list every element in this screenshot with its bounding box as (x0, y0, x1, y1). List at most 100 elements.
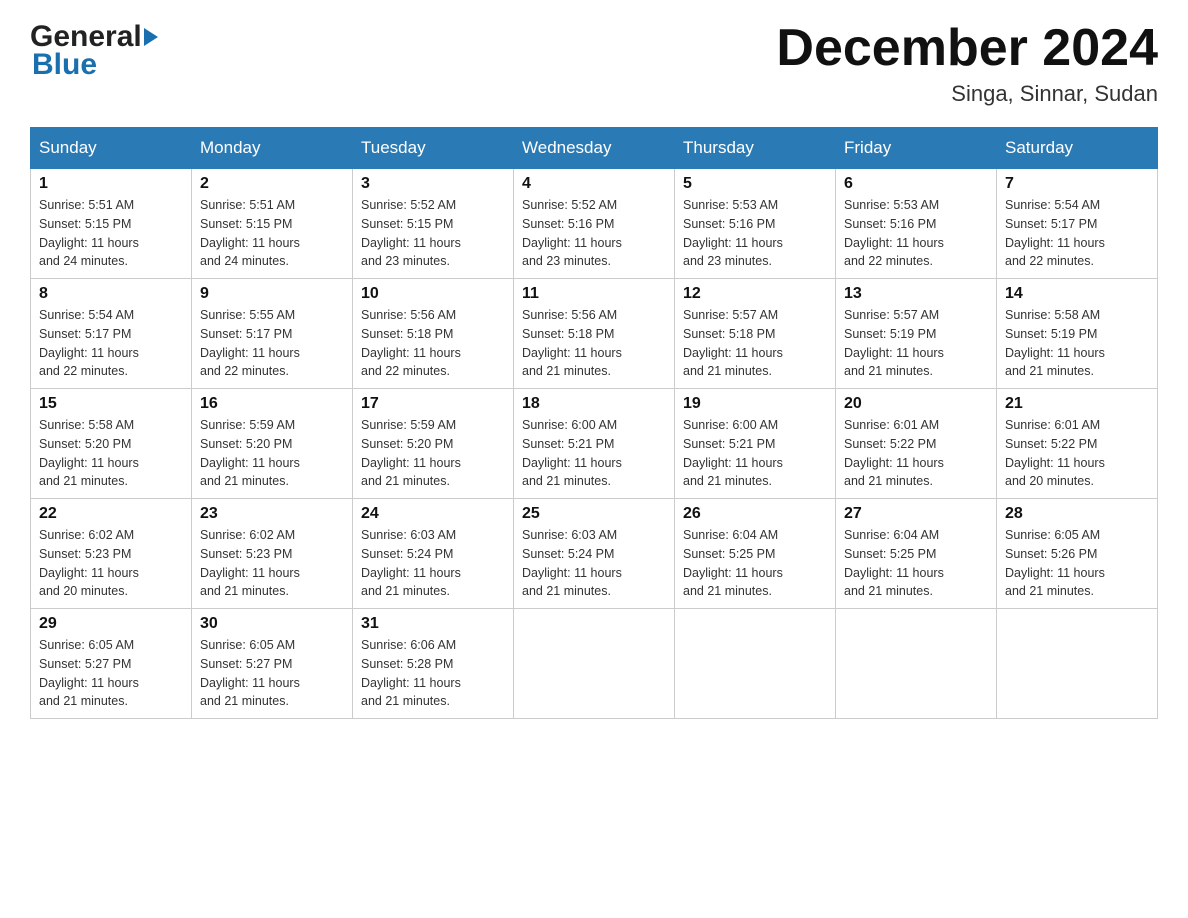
day-number: 17 (361, 395, 505, 413)
day-info: Sunrise: 5:58 AMSunset: 5:20 PMDaylight:… (39, 418, 139, 488)
table-row: 8 Sunrise: 5:54 AMSunset: 5:17 PMDayligh… (31, 279, 192, 389)
table-row: 26 Sunrise: 6:04 AMSunset: 5:25 PMDaylig… (675, 499, 836, 609)
table-row: 16 Sunrise: 5:59 AMSunset: 5:20 PMDaylig… (192, 389, 353, 499)
col-thursday: Thursday (675, 128, 836, 169)
table-row: 13 Sunrise: 5:57 AMSunset: 5:19 PMDaylig… (836, 279, 997, 389)
day-info: Sunrise: 5:56 AMSunset: 5:18 PMDaylight:… (522, 308, 622, 378)
day-info: Sunrise: 5:57 AMSunset: 5:18 PMDaylight:… (683, 308, 783, 378)
table-row: 2 Sunrise: 5:51 AMSunset: 5:15 PMDayligh… (192, 169, 353, 279)
day-info: Sunrise: 5:53 AMSunset: 5:16 PMDaylight:… (844, 198, 944, 268)
day-number: 15 (39, 395, 183, 413)
day-number: 23 (200, 505, 344, 523)
day-info: Sunrise: 5:51 AMSunset: 5:15 PMDaylight:… (200, 198, 300, 268)
day-info: Sunrise: 5:52 AMSunset: 5:16 PMDaylight:… (522, 198, 622, 268)
day-number: 31 (361, 615, 505, 633)
calendar-week-row: 1 Sunrise: 5:51 AMSunset: 5:15 PMDayligh… (31, 169, 1158, 279)
day-info: Sunrise: 5:52 AMSunset: 5:15 PMDaylight:… (361, 198, 461, 268)
table-row: 17 Sunrise: 5:59 AMSunset: 5:20 PMDaylig… (353, 389, 514, 499)
table-row: 28 Sunrise: 6:05 AMSunset: 5:26 PMDaylig… (997, 499, 1158, 609)
logo-blue-text: Blue (30, 48, 159, 82)
table-row: 9 Sunrise: 5:55 AMSunset: 5:17 PMDayligh… (192, 279, 353, 389)
day-number: 2 (200, 175, 344, 193)
calendar-table: Sunday Monday Tuesday Wednesday Thursday… (30, 127, 1158, 719)
day-number: 3 (361, 175, 505, 193)
day-number: 10 (361, 285, 505, 303)
table-row (514, 609, 675, 719)
col-friday: Friday (836, 128, 997, 169)
day-info: Sunrise: 6:03 AMSunset: 5:24 PMDaylight:… (361, 528, 461, 598)
col-sunday: Sunday (31, 128, 192, 169)
table-row: 24 Sunrise: 6:03 AMSunset: 5:24 PMDaylig… (353, 499, 514, 609)
day-number: 19 (683, 395, 827, 413)
col-wednesday: Wednesday (514, 128, 675, 169)
day-info: Sunrise: 5:57 AMSunset: 5:19 PMDaylight:… (844, 308, 944, 378)
day-info: Sunrise: 5:59 AMSunset: 5:20 PMDaylight:… (200, 418, 300, 488)
day-number: 13 (844, 285, 988, 303)
table-row: 23 Sunrise: 6:02 AMSunset: 5:23 PMDaylig… (192, 499, 353, 609)
logo-chevron-icon (144, 28, 158, 46)
day-number: 6 (844, 175, 988, 193)
day-info: Sunrise: 6:05 AMSunset: 5:26 PMDaylight:… (1005, 528, 1105, 598)
logo: General Blue (30, 20, 159, 82)
calendar-header-row: Sunday Monday Tuesday Wednesday Thursday… (31, 128, 1158, 169)
day-number: 28 (1005, 505, 1149, 523)
col-tuesday: Tuesday (353, 128, 514, 169)
day-info: Sunrise: 5:51 AMSunset: 5:15 PMDaylight:… (39, 198, 139, 268)
calendar-week-row: 29 Sunrise: 6:05 AMSunset: 5:27 PMDaylig… (31, 609, 1158, 719)
table-row: 6 Sunrise: 5:53 AMSunset: 5:16 PMDayligh… (836, 169, 997, 279)
day-number: 12 (683, 285, 827, 303)
day-info: Sunrise: 6:05 AMSunset: 5:27 PMDaylight:… (39, 638, 139, 708)
day-number: 14 (1005, 285, 1149, 303)
day-number: 1 (39, 175, 183, 193)
day-number: 22 (39, 505, 183, 523)
day-number: 21 (1005, 395, 1149, 413)
day-info: Sunrise: 6:00 AMSunset: 5:21 PMDaylight:… (683, 418, 783, 488)
table-row (997, 609, 1158, 719)
day-number: 11 (522, 285, 666, 303)
day-info: Sunrise: 6:01 AMSunset: 5:22 PMDaylight:… (1005, 418, 1105, 488)
day-info: Sunrise: 5:56 AMSunset: 5:18 PMDaylight:… (361, 308, 461, 378)
table-row: 14 Sunrise: 5:58 AMSunset: 5:19 PMDaylig… (997, 279, 1158, 389)
day-info: Sunrise: 5:53 AMSunset: 5:16 PMDaylight:… (683, 198, 783, 268)
day-info: Sunrise: 5:54 AMSunset: 5:17 PMDaylight:… (1005, 198, 1105, 268)
day-info: Sunrise: 5:59 AMSunset: 5:20 PMDaylight:… (361, 418, 461, 488)
day-info: Sunrise: 6:05 AMSunset: 5:27 PMDaylight:… (200, 638, 300, 708)
calendar-title: December 2024 (776, 20, 1158, 77)
table-row (675, 609, 836, 719)
day-info: Sunrise: 6:04 AMSunset: 5:25 PMDaylight:… (683, 528, 783, 598)
day-info: Sunrise: 5:58 AMSunset: 5:19 PMDaylight:… (1005, 308, 1105, 378)
day-info: Sunrise: 6:06 AMSunset: 5:28 PMDaylight:… (361, 638, 461, 708)
col-saturday: Saturday (997, 128, 1158, 169)
day-number: 20 (844, 395, 988, 413)
day-number: 29 (39, 615, 183, 633)
calendar-week-row: 15 Sunrise: 5:58 AMSunset: 5:20 PMDaylig… (31, 389, 1158, 499)
day-number: 18 (522, 395, 666, 413)
table-row: 3 Sunrise: 5:52 AMSunset: 5:15 PMDayligh… (353, 169, 514, 279)
table-row: 5 Sunrise: 5:53 AMSunset: 5:16 PMDayligh… (675, 169, 836, 279)
day-info: Sunrise: 5:54 AMSunset: 5:17 PMDaylight:… (39, 308, 139, 378)
table-row: 1 Sunrise: 5:51 AMSunset: 5:15 PMDayligh… (31, 169, 192, 279)
table-row (836, 609, 997, 719)
day-number: 30 (200, 615, 344, 633)
day-number: 9 (200, 285, 344, 303)
table-row: 10 Sunrise: 5:56 AMSunset: 5:18 PMDaylig… (353, 279, 514, 389)
calendar-week-row: 22 Sunrise: 6:02 AMSunset: 5:23 PMDaylig… (31, 499, 1158, 609)
day-number: 26 (683, 505, 827, 523)
table-row: 29 Sunrise: 6:05 AMSunset: 5:27 PMDaylig… (31, 609, 192, 719)
page-header: General Blue December 2024 Singa, Sinnar… (30, 20, 1158, 107)
day-info: Sunrise: 6:02 AMSunset: 5:23 PMDaylight:… (39, 528, 139, 598)
day-info: Sunrise: 6:03 AMSunset: 5:24 PMDaylight:… (522, 528, 622, 598)
table-row: 25 Sunrise: 6:03 AMSunset: 5:24 PMDaylig… (514, 499, 675, 609)
day-number: 5 (683, 175, 827, 193)
table-row: 18 Sunrise: 6:00 AMSunset: 5:21 PMDaylig… (514, 389, 675, 499)
table-row: 7 Sunrise: 5:54 AMSunset: 5:17 PMDayligh… (997, 169, 1158, 279)
col-monday: Monday (192, 128, 353, 169)
calendar-week-row: 8 Sunrise: 5:54 AMSunset: 5:17 PMDayligh… (31, 279, 1158, 389)
day-info: Sunrise: 6:04 AMSunset: 5:25 PMDaylight:… (844, 528, 944, 598)
calendar-title-area: December 2024 Singa, Sinnar, Sudan (776, 20, 1158, 107)
day-info: Sunrise: 6:02 AMSunset: 5:23 PMDaylight:… (200, 528, 300, 598)
day-number: 24 (361, 505, 505, 523)
day-info: Sunrise: 6:01 AMSunset: 5:22 PMDaylight:… (844, 418, 944, 488)
table-row: 20 Sunrise: 6:01 AMSunset: 5:22 PMDaylig… (836, 389, 997, 499)
table-row: 30 Sunrise: 6:05 AMSunset: 5:27 PMDaylig… (192, 609, 353, 719)
